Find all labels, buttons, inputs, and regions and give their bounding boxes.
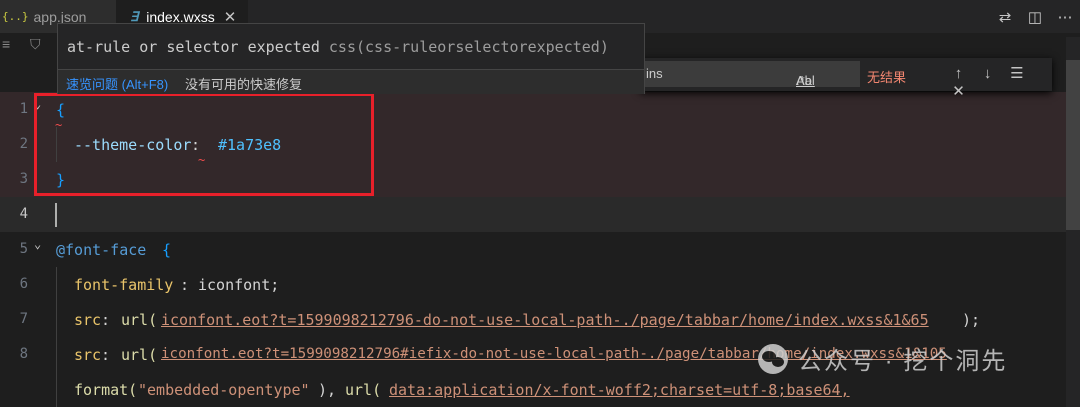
line-number: 2 (19, 136, 28, 152)
string-literal: "embedded-opentype" (138, 381, 310, 399)
no-quick-fix-label: 没有可用的快速修复 (185, 77, 303, 92)
find-query: ins (646, 66, 663, 81)
find-input[interactable]: ins Aa Abl .* (640, 61, 860, 88)
url-link[interactable]: iconfont.eot?t=1599098212796-do-not-use-… (161, 311, 929, 329)
line-number: 3 (19, 171, 28, 187)
error-highlight-box (34, 93, 374, 196)
bookmark-icon[interactable]: ⛉ (30, 36, 41, 53)
wechat-icon (758, 343, 788, 374)
chevron-down-icon[interactable]: ⌄ (34, 237, 41, 251)
colon: : (101, 346, 111, 364)
json-file-icon: {..} (2, 10, 29, 23)
format-function: format( (74, 381, 138, 399)
open-brace: { (162, 241, 172, 259)
url-function: url( (345, 381, 382, 399)
line-number: 6 (19, 276, 28, 292)
url-function: url( (121, 311, 158, 329)
indent-guide (56, 302, 57, 337)
code-line: 6 font-family : iconfont; (0, 267, 1080, 302)
find-result-status: 无结果 (867, 70, 907, 85)
at-rule: @font-face (56, 241, 147, 259)
editor-actions: ⇄ ◫ ⋯ (990, 0, 1080, 33)
css-property: font-family (74, 276, 174, 294)
colon: : (101, 311, 111, 329)
line-number: 7 (19, 311, 28, 327)
error-text: at-rule or selector expected (67, 38, 320, 56)
watermark-text: 公众号 · 挖个洞先 (798, 348, 1008, 375)
css-value: iconfont; (198, 276, 280, 294)
split-editor-icon[interactable]: ◫ (1020, 8, 1050, 26)
indent-guide (56, 372, 57, 407)
next-match-icon[interactable]: ↓ (975, 65, 1000, 82)
code-line: 7 src : url( iconfont.eot?t=159909821279… (0, 302, 1080, 337)
colon: : (180, 276, 190, 294)
css-property: src (74, 346, 102, 364)
line-number: 5 (19, 241, 28, 257)
close-icon[interactable]: ✕ (946, 82, 971, 100)
css-property: src (74, 311, 102, 329)
error-source: css(css-ruleorselectorexpected) (328, 38, 609, 56)
code-line: 5 ⌄ @font-face { (0, 232, 1080, 267)
code-line: format( "embedded-opentype" ), url( data… (0, 372, 1080, 407)
indent-guide (56, 267, 57, 302)
find-widget: ins Aa Abl .* 无结果 ↑ ↓ ☰ ✕ (640, 58, 1052, 100)
line-number: 4 (19, 206, 28, 222)
find-buttons: ↑ ↓ ☰ ✕ (946, 64, 1052, 100)
outline-icon[interactable]: ≡ (2, 36, 10, 52)
diagnostic-message: at-rule or selector expected css(css-rul… (67, 38, 609, 56)
diagnostic-hover: at-rule or selector expected css(css-rul… (57, 23, 645, 94)
hover-status-bar: 速览问题 (Alt+F8) 没有可用的快速修复 (58, 69, 644, 94)
scrollbar-thumb[interactable] (1066, 60, 1080, 230)
more-icon[interactable]: ⋯ (1050, 8, 1080, 26)
watermark: 公众号 · 挖个洞先 (758, 341, 1007, 376)
code-line: 4 (0, 197, 1080, 232)
text-cursor (55, 203, 57, 227)
punctuation: ), (318, 381, 346, 399)
find-in-selection-icon[interactable]: ☰ (1004, 64, 1029, 82)
compare-icon[interactable]: ⇄ (990, 8, 1020, 26)
regex-icon[interactable]: .* (796, 73, 805, 88)
line-number: 8 (19, 346, 28, 362)
indent-guide (56, 337, 57, 372)
url-link[interactable]: data:application/x-font-woff2;charset=ut… (389, 381, 850, 399)
url-function: url( (121, 346, 158, 364)
statement-end: ); (962, 311, 981, 329)
previous-match-icon[interactable]: ↑ (946, 65, 971, 82)
peek-problem-link[interactable]: 速览问题 (Alt+F8) (66, 74, 168, 93)
line-number: 1 (19, 101, 28, 117)
